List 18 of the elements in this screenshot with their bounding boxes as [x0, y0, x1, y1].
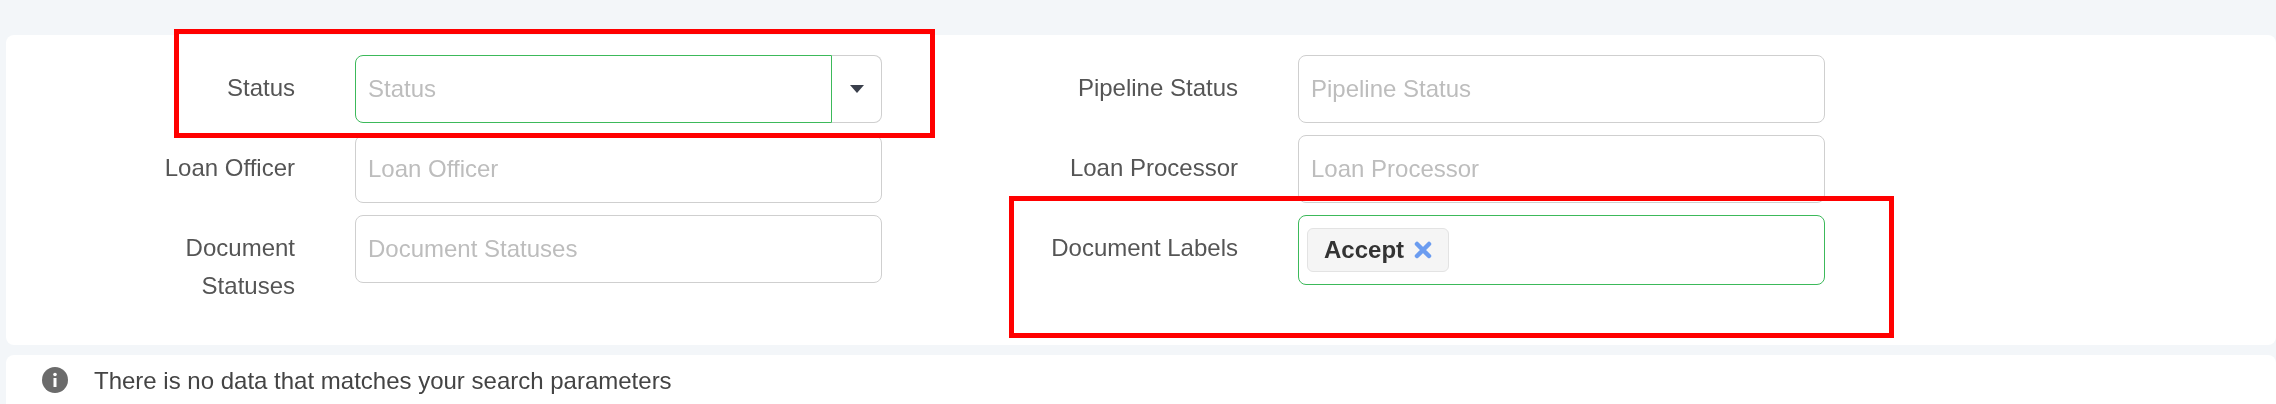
dropdown-button[interactable]: [832, 55, 882, 123]
info-icon: [42, 367, 68, 393]
filter-field[interactable]: Loan Officer: [355, 135, 882, 203]
field-label: Status: [225, 73, 295, 103]
field-label: Document Labels: [1050, 233, 1238, 263]
field-label: Loan Officer: [163, 153, 295, 183]
filter-field[interactable]: Document Statuses: [355, 215, 882, 283]
empty-message: There is no data that matches your search parameters: [94, 367, 672, 395]
caret-icon: [849, 85, 864, 93]
status-field[interactable]: Status: [355, 55, 832, 123]
filter-field[interactable]: Loan Processor: [1298, 135, 1825, 203]
tags-field[interactable]: Accept: [1298, 215, 1825, 285]
remove-icon[interactable]: [1414, 241, 1433, 259]
field-label: Document Statuses: [184, 233, 295, 301]
filter-field[interactable]: Pipeline Status: [1298, 55, 1825, 123]
field-label: Pipeline Status: [1076, 73, 1238, 103]
field-label: Loan Processor: [1068, 153, 1238, 183]
tag-label: Accept: [1324, 235, 1405, 265]
